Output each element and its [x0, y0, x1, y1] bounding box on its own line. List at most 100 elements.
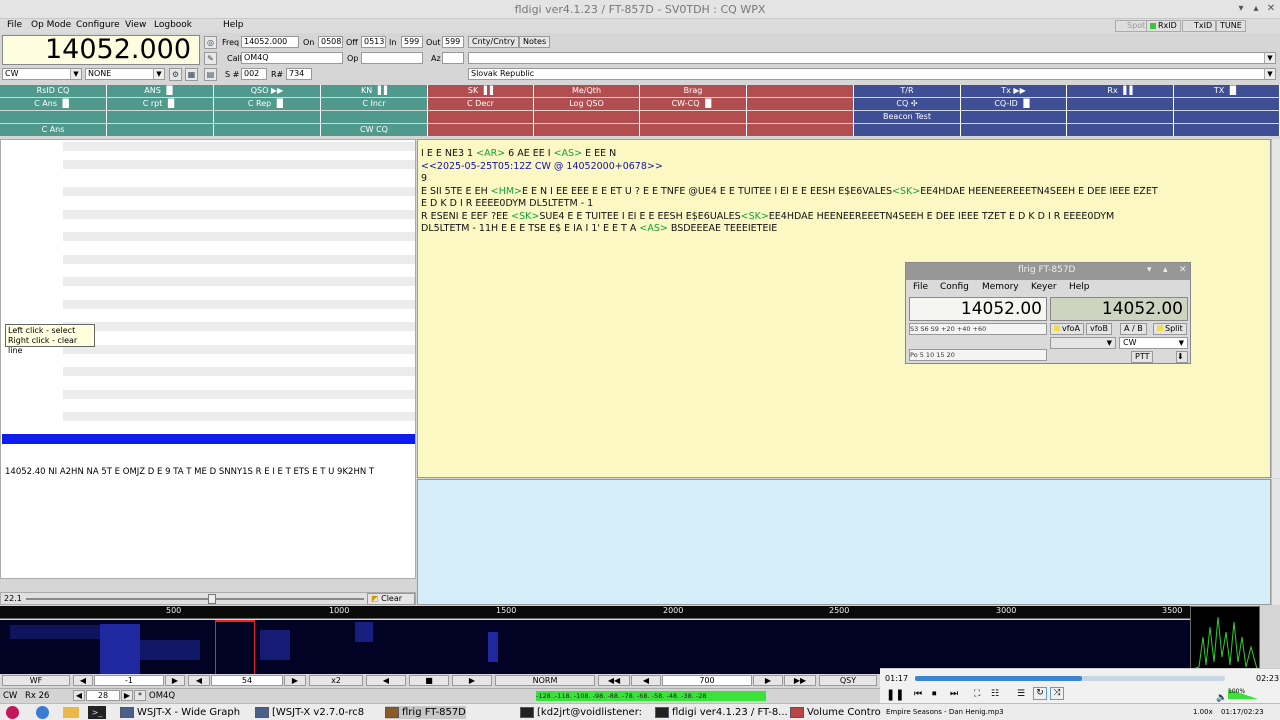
azimuth-field[interactable] — [442, 52, 464, 64]
macro-empty[interactable] — [640, 111, 747, 123]
freq-up-icon[interactable]: ▶ — [753, 675, 783, 686]
freq-fast-up-icon[interactable]: ▶▶ — [784, 675, 816, 686]
macro-beacon-test[interactable]: Beacon Test — [854, 111, 961, 123]
equalizer-icon[interactable]: ☷ — [991, 689, 999, 699]
task-fldigi[interactable]: fldigi ver4.1.23 / FT-8... — [655, 706, 788, 719]
wf-mode-button[interactable]: WF — [2, 675, 70, 686]
macro-empty[interactable] — [428, 111, 534, 123]
task-volume-control[interactable]: Volume Contro — [790, 706, 881, 719]
browser-line[interactable] — [63, 232, 415, 241]
wf-level-field[interactable]: 54 — [211, 675, 283, 686]
transmit-text-panel[interactable] — [417, 479, 1271, 605]
macro-kn[interactable]: KN ▐▐ — [321, 85, 428, 97]
browser-icon[interactable] — [36, 706, 49, 719]
wf-right-icon[interactable]: ▶ — [452, 675, 492, 686]
clear-button[interactable]: ◩ Clear — [367, 593, 415, 605]
folder-icon[interactable] — [63, 707, 79, 718]
macro-tx[interactable]: Tx ▶▶ — [961, 85, 1067, 97]
wf-offset-field[interactable]: -1 — [94, 675, 164, 686]
macro-qso[interactable]: QSO ▶▶ — [214, 85, 321, 97]
cnty-cntry-button[interactable]: Cnty/Cntry — [468, 36, 520, 48]
macro-ans[interactable]: ANS ▐▌ — [107, 85, 214, 97]
waterfall-display[interactable] — [0, 620, 1190, 674]
macro-log-qso[interactable]: Log QSO — [534, 98, 640, 110]
browser-decoded-line[interactable]: 14052.40 NI A2HN NA 5T E OMJZ D E 9 TA T… — [5, 467, 415, 477]
flrig-menu-memory[interactable]: Memory — [982, 282, 1019, 292]
flrig-minimize-icon[interactable]: ▾ — [1147, 265, 1152, 275]
tx-scrollbar[interactable] — [1271, 479, 1280, 605]
bandwidth-select[interactable]: NONE ▼ — [85, 68, 165, 80]
macro-cq[interactable]: CQ ✣ — [854, 98, 961, 110]
player-progress-track[interactable] — [915, 676, 1225, 681]
macro-empty[interactable] — [534, 124, 640, 136]
wf-level-down-icon[interactable]: ◀ — [188, 675, 210, 686]
task-terminal[interactable]: [kd2jrt@voidlistener: — [520, 706, 642, 719]
log-entry-icon[interactable]: ▤ — [204, 68, 217, 81]
macro-empty[interactable] — [747, 85, 854, 97]
browser-line[interactable] — [63, 255, 415, 264]
freq-fast-down-icon[interactable]: ◀◀ — [598, 675, 630, 686]
macro-c-ans-2[interactable]: C Ans — [0, 124, 107, 136]
macro-me-qth[interactable]: Me/Qth — [534, 85, 640, 97]
macro-empty[interactable] — [1174, 124, 1280, 136]
start-menu-icon[interactable] — [6, 706, 19, 719]
macro-empty[interactable] — [961, 124, 1067, 136]
fullscreen-icon[interactable]: ⛶ — [974, 689, 980, 699]
macro-sk[interactable]: SK ▐▐ — [428, 85, 534, 97]
macro-empty[interactable] — [428, 124, 534, 136]
macro-c-incr[interactable]: C Incr — [321, 98, 428, 110]
browser-line[interactable] — [63, 300, 415, 309]
squelch-slider-track[interactable] — [26, 598, 364, 600]
vfo-a-button[interactable]: vfoA — [1050, 323, 1084, 335]
menu-logbook[interactable]: Logbook — [154, 20, 192, 30]
browser-line[interactable] — [63, 390, 415, 399]
previous-icon[interactable]: ⏮ — [914, 689, 922, 699]
browser-line[interactable] — [63, 277, 415, 286]
flrig-title-bar[interactable]: flrig FT-857D ▾ ▴ ✕ — [906, 263, 1190, 280]
op-field[interactable] — [361, 52, 423, 64]
macro-empty[interactable] — [107, 124, 214, 136]
serial-out-field[interactable]: 002 — [241, 68, 267, 80]
flrig-mode-combo[interactable]: CW ▼ — [1119, 337, 1188, 349]
qsy-button[interactable]: QSY — [819, 675, 877, 686]
terminal-icon[interactable]: >_ — [88, 706, 106, 719]
country-field[interactable]: Slovak Republic ▼ — [468, 68, 1276, 80]
selected-channel-bar[interactable] — [2, 434, 415, 444]
task-wsjtx[interactable]: [WSJT-X v2.7.0-rc8 — [255, 706, 364, 719]
macro-cw-cq-2[interactable]: CW CQ — [321, 124, 428, 136]
browser-line[interactable] — [63, 322, 415, 331]
macro-empty[interactable] — [1174, 111, 1280, 123]
wf-speed-button[interactable]: NORM — [495, 675, 595, 686]
serial-in-field[interactable]: 734 — [286, 68, 312, 80]
browser-line[interactable] — [63, 187, 415, 196]
browser-line[interactable] — [63, 210, 415, 219]
clear-log-icon[interactable]: ◎ — [204, 36, 217, 49]
wpm-field[interactable]: 28 — [86, 690, 120, 701]
rx-cursor-marker[interactable] — [215, 620, 255, 674]
next-icon[interactable]: ⏭ — [950, 689, 958, 699]
volume-icon[interactable]: 🔈 — [1216, 693, 1227, 703]
notes-dropdown-icon[interactable]: ▼ — [1264, 53, 1275, 63]
macro-empty[interactable] — [214, 124, 321, 136]
wf-offset-down-icon[interactable]: ◀ — [73, 675, 93, 686]
menu-configure[interactable]: Configure — [76, 20, 120, 30]
macro-empty[interactable] — [214, 111, 321, 123]
browser-line[interactable] — [63, 142, 415, 151]
rx-scrollbar[interactable] — [1271, 139, 1280, 478]
macro-empty[interactable] — [107, 111, 214, 123]
vfo-a-display[interactable]: 14052.00 — [909, 297, 1047, 321]
ptt-button[interactable]: PTT — [1131, 351, 1154, 363]
mode-dropdown-icon[interactable]: ▼ — [70, 69, 81, 79]
wpm-down-icon[interactable]: ◀ — [73, 690, 85, 701]
macro-brag[interactable]: Brag — [640, 85, 747, 97]
mode-select[interactable]: CW ▼ — [2, 68, 82, 80]
freq-field[interactable]: 14052.000 — [241, 36, 299, 48]
save-log-icon[interactable]: ✎ — [204, 52, 217, 65]
flrig-close-icon[interactable]: ✕ — [1179, 265, 1187, 275]
macro-cq-id[interactable]: CQ-ID ▐▌ — [961, 98, 1067, 110]
macro-empty[interactable] — [1067, 111, 1174, 123]
rst-out-field[interactable]: 599 — [442, 36, 464, 48]
minimize-icon[interactable]: ▾ — [1234, 2, 1248, 16]
task-flrig[interactable]: flrig FT-857D — [385, 706, 466, 719]
browser-line[interactable] — [63, 367, 415, 376]
